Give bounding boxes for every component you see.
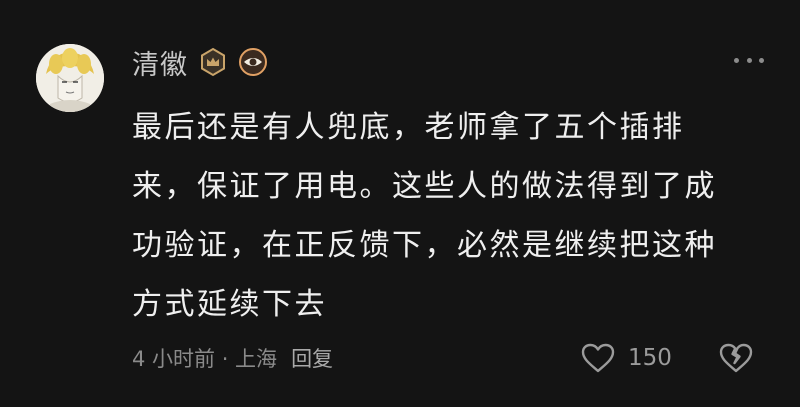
comment-header: 清徽 — [132, 40, 268, 84]
comment-footer: 4 小时前 · 上海 回复 — [132, 338, 333, 378]
like-count: 150 — [628, 345, 672, 371]
more-dots-icon[interactable] — [734, 50, 764, 70]
eye-badge-icon[interactable] — [238, 47, 268, 77]
avatar[interactable] — [36, 44, 104, 112]
avatar-image — [36, 44, 104, 112]
reply-button[interactable]: 回复 — [291, 343, 333, 373]
comment-meta: 4 小时前 · 上海 — [132, 347, 278, 371]
comment-text: 最后还是有人兜底，老师拿了五个插排 来，保证了用电。这些人的做法得到了成 功验证… — [132, 110, 717, 322]
comment-card: 清徽 最后还是有人兜底，老师拿了五个插排 来，保证了用电。这些人的做法得到了成 … — [0, 0, 800, 407]
dislike-button[interactable] — [718, 340, 754, 376]
like-button[interactable]: 150 — [580, 338, 672, 378]
heart-icon — [581, 343, 615, 373]
crown-badge-icon[interactable] — [198, 47, 228, 77]
username[interactable]: 清徽 — [132, 43, 188, 82]
broken-heart-icon — [719, 343, 753, 373]
